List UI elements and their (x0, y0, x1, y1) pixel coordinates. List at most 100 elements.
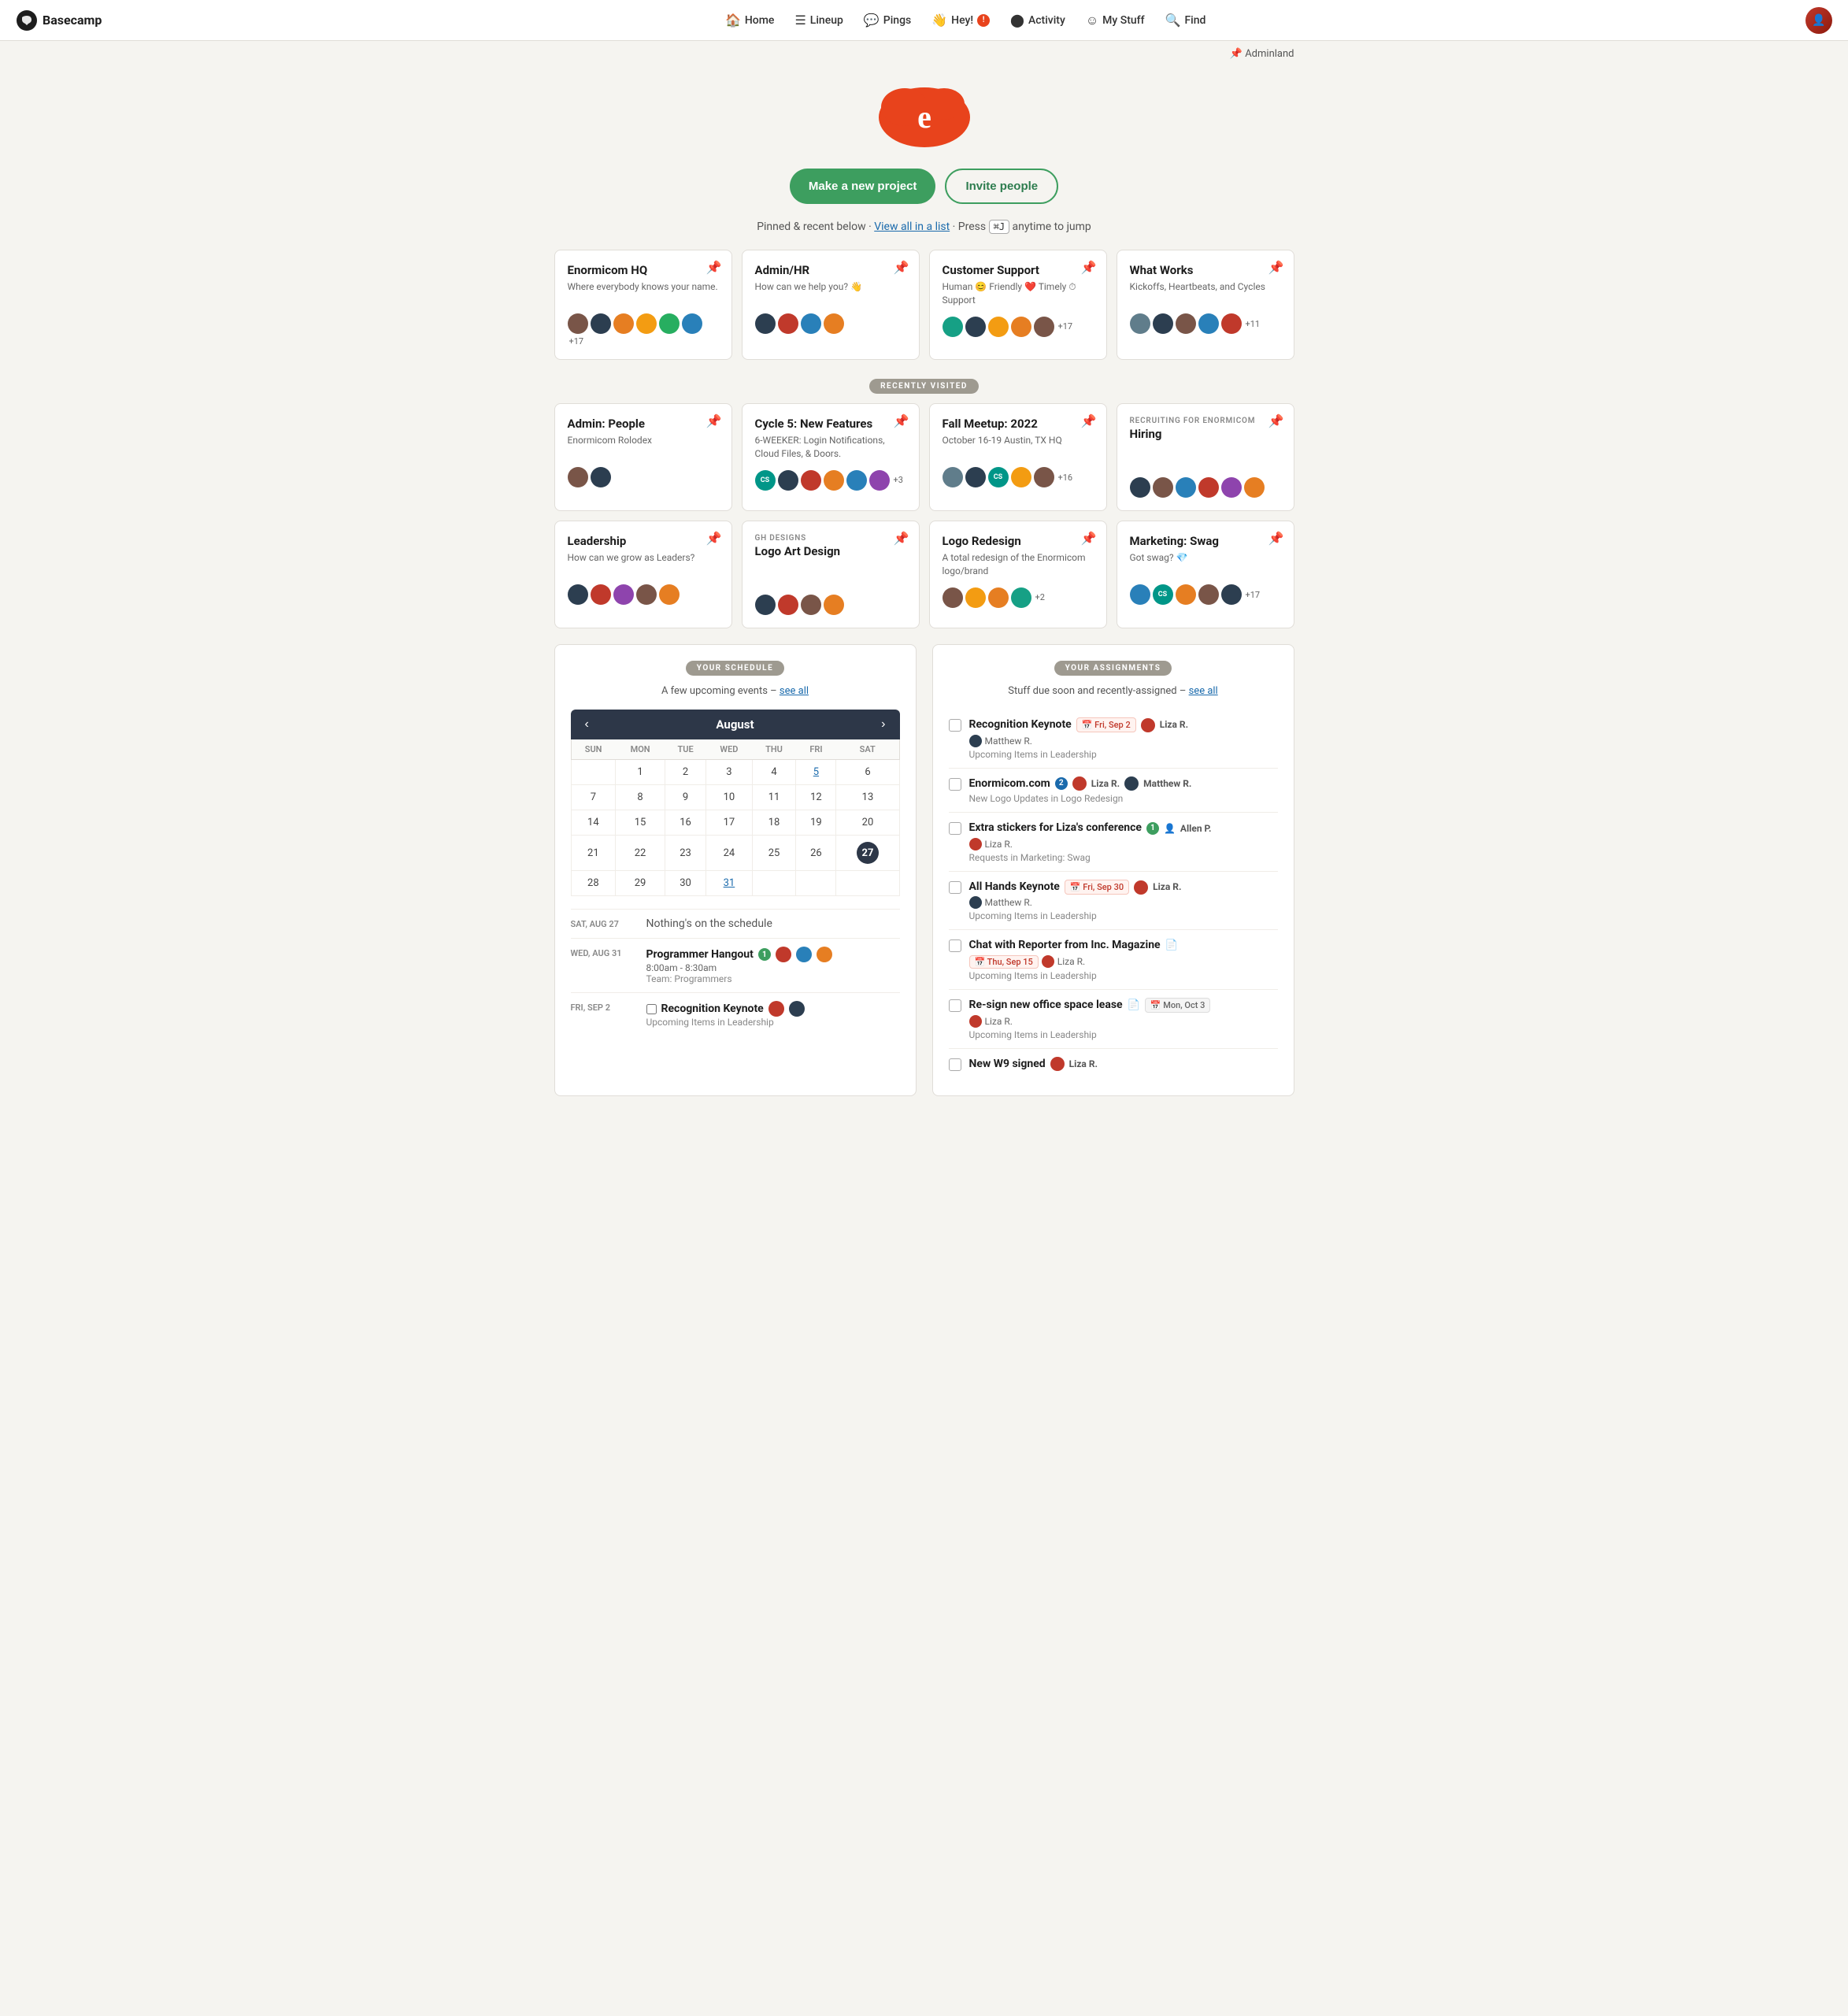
calendar-day[interactable]: 23 (665, 836, 705, 871)
assignment-title: New W9 signed Liza R. (969, 1057, 1278, 1073)
avatar (778, 595, 798, 615)
adminland-bar: 📌 Adminland (554, 41, 1294, 66)
pin-icon: 📌 (894, 413, 909, 428)
avatar (1176, 477, 1196, 498)
calendar-day[interactable]: 7 (571, 785, 616, 810)
assignment-item: Re-sign new office space lease 📄 📅 Mon, … (949, 990, 1278, 1049)
view-all-link[interactable]: View all in a list (874, 220, 950, 233)
assignment-checkbox[interactable] (949, 881, 961, 894)
calendar-day[interactable]: 10 (706, 785, 752, 810)
assignment-where: Upcoming Items in Leadership (969, 749, 1278, 760)
card-fall-meetup[interactable]: 📌 Fall Meetup: 2022 October 16-19 Austin… (929, 403, 1107, 511)
calendar-day[interactable]: 2 (665, 760, 705, 785)
calendar-day[interactable]: 31 (706, 871, 752, 896)
calendar-day[interactable]: 13 (836, 785, 899, 810)
avatar (1011, 317, 1031, 337)
calendar-day[interactable]: 14 (571, 810, 616, 836)
avatar (943, 317, 963, 337)
svg-text:e: e (917, 99, 931, 135)
schedule-see-all[interactable]: see all (780, 685, 809, 697)
card-what-works[interactable]: 📌 What Works Kickoffs, Heartbeats, and C… (1117, 250, 1294, 360)
calendar-day[interactable]: 30 (665, 871, 705, 896)
nav-mystuff[interactable]: ☺ My Stuff (1076, 8, 1154, 33)
calendar-day[interactable]: 1 (616, 760, 665, 785)
make-project-button[interactable]: Make a new project (790, 169, 936, 204)
card-desc: A total redesign of the Enormicom logo/b… (943, 551, 1094, 578)
nav-find[interactable]: 🔍 Find (1156, 8, 1216, 32)
assignment-title: Extra stickers for Liza's conference 1 👤… (969, 821, 1278, 836)
event-info: Nothing's on the schedule (646, 917, 900, 930)
calendar-day[interactable]: 5 (796, 760, 836, 785)
card-enormicom-hq[interactable]: 📌 Enormicom HQ Where everybody knows you… (554, 250, 732, 360)
calendar-day[interactable]: 24 (706, 836, 752, 871)
calendar-day[interactable]: 26 (796, 836, 836, 871)
calendar-day[interactable]: 25 (752, 836, 796, 871)
adminland-link[interactable]: 📌 Adminland (1230, 48, 1294, 60)
card-avatars: CS +16 (943, 467, 1094, 487)
user-avatar[interactable]: 👤 (1805, 7, 1832, 34)
event-checkbox[interactable] (646, 1004, 657, 1014)
logo[interactable]: Basecamp (16, 9, 102, 32)
nav-activity[interactable]: ⬤ Activity (1001, 8, 1075, 32)
assignments-see-all[interactable]: see all (1189, 685, 1218, 697)
avatar (1176, 313, 1196, 334)
card-marketing-swag[interactable]: 📌 Marketing: Swag Got swag? 💎 CS +17 (1117, 521, 1294, 628)
due-badge: 📅 Fri, Sep 30 (1065, 880, 1129, 895)
assignment-checkbox[interactable] (949, 939, 961, 952)
calendar-day[interactable]: 28 (571, 871, 616, 896)
calendar-day[interactable]: 12 (796, 785, 836, 810)
avatar (1153, 313, 1173, 334)
nav-lineup[interactable]: ☰ Lineup (785, 8, 852, 32)
calendar-day[interactable]: 21 (571, 836, 616, 871)
event-count-badge: 1 (758, 948, 771, 961)
calendar-day[interactable]: 16 (665, 810, 705, 836)
avatar (1221, 313, 1242, 334)
calendar-day[interactable]: 9 (665, 785, 705, 810)
calendar-day[interactable]: 4 (752, 760, 796, 785)
calendar-day[interactable]: 29 (616, 871, 665, 896)
avatar (817, 947, 832, 962)
nav-home[interactable]: 🏠 Home (716, 8, 784, 32)
assignment-content: Chat with Reporter from Inc. Magazine 📄 … (969, 938, 1278, 981)
card-customer-support[interactable]: 📌 Customer Support Human 😊 Friendly ❤️ T… (929, 250, 1107, 360)
card-label: RECRUITING FOR ENORMICOM (1130, 417, 1281, 425)
card-admin-hr[interactable]: 📌 Admin/HR How can we help you? 👋 (742, 250, 920, 360)
avatar (824, 313, 844, 334)
card-admin-people[interactable]: 📌 Admin: People Enormicom Rolodex (554, 403, 732, 511)
assignment-checkbox[interactable] (949, 778, 961, 791)
card-leadership[interactable]: 📌 Leadership How can we grow as Leaders? (554, 521, 732, 628)
nav-hey[interactable]: 👋 Hey! ! (922, 8, 999, 32)
invite-people-button[interactable]: Invite people (945, 169, 1058, 204)
assignment-checkbox[interactable] (949, 719, 961, 732)
assignment-checkbox[interactable] (949, 1058, 961, 1071)
assignment-checkbox[interactable] (949, 999, 961, 1012)
calendar-day[interactable]: 3 (706, 760, 752, 785)
assignment-meta: Matthew R. (969, 735, 1278, 747)
calendar-day[interactable]: 15 (616, 810, 665, 836)
assignment-item: Chat with Reporter from Inc. Magazine 📄 … (949, 930, 1278, 990)
calendar-prev[interactable]: ‹ (580, 716, 594, 733)
card-avatars: CS +3 (755, 470, 906, 491)
calendar-day[interactable]: 20 (836, 810, 899, 836)
avatar (568, 313, 588, 334)
calendar-next[interactable]: › (876, 716, 890, 733)
schedule-badge: YOUR SCHEDULE (686, 661, 784, 676)
assignment-checkbox[interactable] (949, 822, 961, 835)
calendar-day[interactable]: 19 (796, 810, 836, 836)
nav-pings[interactable]: 💬 Pings (854, 8, 920, 32)
card-logo-redesign[interactable]: 📌 Logo Redesign A total redesign of the … (929, 521, 1107, 628)
calendar-day[interactable]: 8 (616, 785, 665, 810)
card-logo-art-design[interactable]: 📌 GH DESIGNS Logo Art Design (742, 521, 920, 628)
calendar-day[interactable]: 17 (706, 810, 752, 836)
file-icon: 📄 (1165, 939, 1178, 953)
calendar-day[interactable]: 27 (836, 836, 899, 871)
calendar-day[interactable]: 18 (752, 810, 796, 836)
card-cycle5[interactable]: 📌 Cycle 5: New Features 6-WEEKER: Login … (742, 403, 920, 511)
calendar-day[interactable]: 22 (616, 836, 665, 871)
avatar (969, 896, 982, 909)
schedule-event-row: WED, AUG 31 Programmer Hangout 1 8:00am … (571, 938, 900, 992)
calendar-day[interactable]: 11 (752, 785, 796, 810)
calendar-day[interactable]: 6 (836, 760, 899, 785)
card-hiring[interactable]: 📌 RECRUITING FOR ENORMICOM Hiring (1117, 403, 1294, 511)
avatar (1130, 477, 1150, 498)
